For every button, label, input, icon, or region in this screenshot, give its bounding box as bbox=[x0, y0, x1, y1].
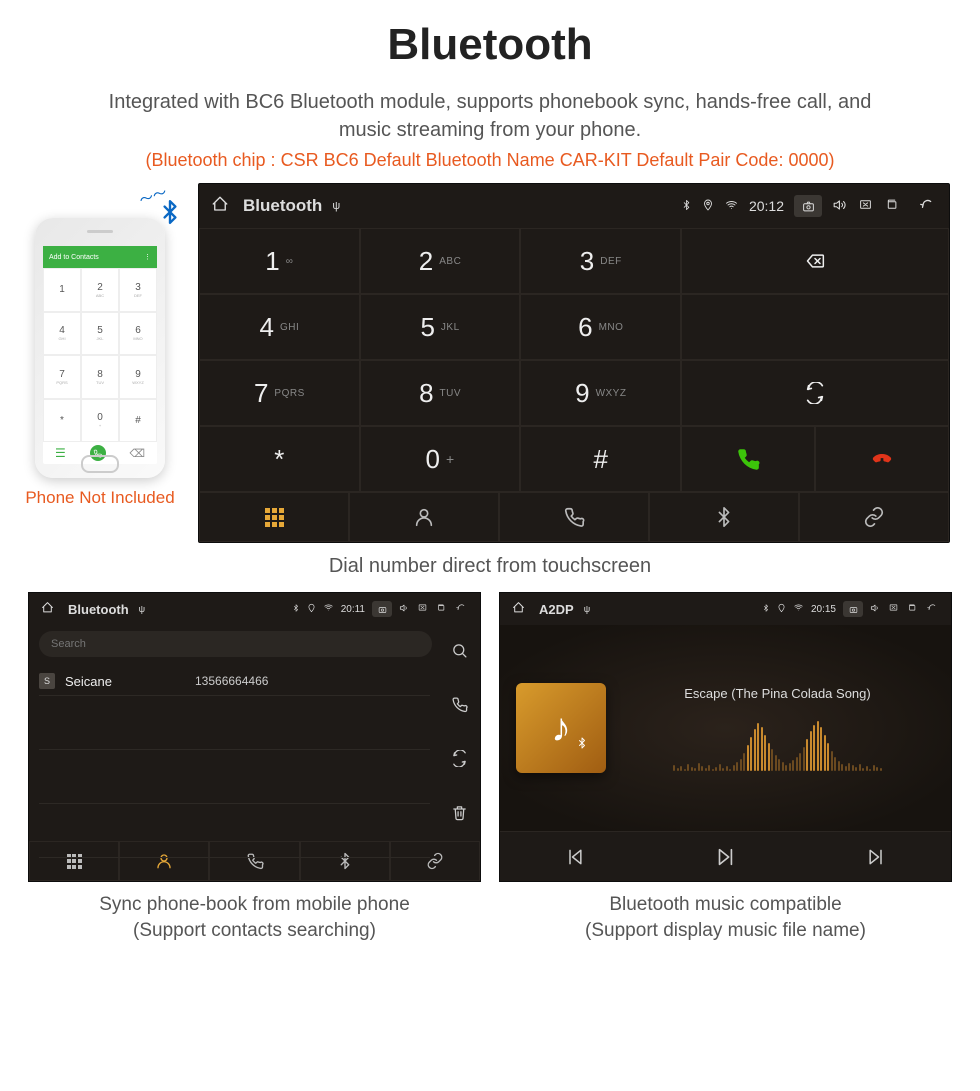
key-3[interactable]: 3DEF bbox=[520, 228, 681, 294]
screen-title: Bluetooth bbox=[243, 196, 322, 216]
equalizer-viz bbox=[620, 711, 935, 771]
recent-icon[interactable] bbox=[435, 603, 446, 615]
side-sync-icon[interactable] bbox=[446, 745, 472, 771]
nav-bluetooth[interactable] bbox=[649, 492, 799, 542]
back-icon[interactable] bbox=[915, 198, 937, 215]
key-6[interactable]: 6MNO bbox=[520, 294, 681, 360]
close-icon[interactable] bbox=[888, 603, 899, 615]
status-time: 20:15 bbox=[811, 604, 836, 615]
key-8[interactable]: 8TUV bbox=[360, 360, 521, 426]
volume-icon[interactable] bbox=[870, 603, 881, 616]
add-contacts-label: Add to Contacts bbox=[49, 254, 99, 261]
status-time: 20:12 bbox=[749, 198, 784, 214]
next-button[interactable] bbox=[801, 831, 951, 881]
key-7[interactable]: 7PQRS bbox=[199, 360, 360, 426]
gps-icon bbox=[307, 603, 316, 616]
recent-icon[interactable] bbox=[906, 603, 917, 615]
track-title: Escape (The Pina Colada Song) bbox=[620, 686, 935, 701]
side-search-icon[interactable] bbox=[446, 637, 472, 663]
status-time: 20:11 bbox=[341, 604, 365, 615]
wifi-icon bbox=[323, 603, 334, 615]
play-pause-button[interactable] bbox=[650, 831, 800, 881]
back-icon[interactable] bbox=[453, 603, 468, 616]
wifi-icon bbox=[793, 603, 804, 615]
home-icon[interactable] bbox=[512, 601, 525, 617]
key-2[interactable]: 2ABC bbox=[360, 228, 521, 294]
search-input[interactable] bbox=[39, 631, 432, 657]
phone-not-included-label: Phone Not Included bbox=[25, 488, 174, 508]
bt-status-icon bbox=[292, 603, 300, 616]
nav-keypad[interactable] bbox=[29, 841, 119, 881]
backspace-key[interactable] bbox=[681, 228, 949, 294]
key-9[interactable]: 9WXYZ bbox=[520, 360, 681, 426]
music-caption: Bluetooth music compatible(Support displ… bbox=[499, 892, 952, 943]
close-icon[interactable] bbox=[858, 198, 873, 214]
nav-contacts[interactable] bbox=[349, 492, 499, 542]
usb-icon: ψ bbox=[139, 604, 145, 614]
wifi-icon bbox=[724, 198, 739, 214]
nav-pair[interactable] bbox=[799, 492, 949, 542]
camera-icon[interactable] bbox=[794, 195, 822, 217]
music-note-icon: ♪ bbox=[551, 706, 571, 751]
phonebook-screen: Bluetooth ψ 20:11 bbox=[28, 592, 481, 882]
hangup-button[interactable] bbox=[815, 426, 949, 492]
key-0[interactable]: 0+ bbox=[360, 426, 521, 492]
volume-icon[interactable] bbox=[832, 198, 848, 215]
dialer-screen: Bluetooth ψ 20:12 1∞ 2ABC 3D bbox=[198, 183, 950, 543]
back-icon[interactable] bbox=[924, 603, 939, 616]
home-icon[interactable] bbox=[41, 601, 54, 617]
side-call-icon[interactable] bbox=[446, 691, 472, 717]
key-5[interactable]: 5JKL bbox=[360, 294, 521, 360]
key-1[interactable]: 1∞ bbox=[199, 228, 360, 294]
bt-specs: (Bluetooth chip : CSR BC6 Default Blueto… bbox=[0, 150, 980, 171]
screen-title: A2DP bbox=[539, 602, 574, 617]
nav-bluetooth[interactable] bbox=[300, 841, 390, 881]
usb-icon: ψ bbox=[584, 604, 590, 614]
nav-recent[interactable] bbox=[209, 841, 299, 881]
recent-icon[interactable] bbox=[883, 198, 899, 214]
contact-number: 13566664466 bbox=[195, 674, 268, 688]
side-delete-icon[interactable] bbox=[446, 799, 472, 825]
blank-key-1 bbox=[681, 294, 949, 360]
swap-key[interactable] bbox=[681, 360, 949, 426]
usb-icon: ψ bbox=[332, 200, 340, 212]
album-art: ♪ bbox=[516, 683, 606, 773]
phonebook-caption: Sync phone-book from mobile phone(Suppor… bbox=[28, 892, 481, 943]
key-hash[interactable]: # bbox=[520, 426, 681, 492]
page-subtitle: Integrated with BC6 Bluetooth module, su… bbox=[80, 88, 900, 144]
home-icon[interactable] bbox=[211, 195, 229, 217]
contact-row[interactable]: S Seicane 13566664466 bbox=[39, 669, 430, 693]
bt-status-icon bbox=[681, 198, 692, 215]
contact-badge: S bbox=[39, 673, 55, 689]
nav-pair[interactable] bbox=[390, 841, 480, 881]
camera-icon[interactable] bbox=[843, 601, 863, 617]
gps-icon bbox=[702, 198, 714, 215]
key-4[interactable]: 4GHI bbox=[199, 294, 360, 360]
phone-mockup: 〜〜 Add to Contacts⋮ 12ABC3DEF 4GHI5JKL6M… bbox=[20, 218, 180, 508]
prev-button[interactable] bbox=[500, 831, 650, 881]
music-screen: A2DP ψ 20:15 ♪ bbox=[499, 592, 952, 882]
call-button[interactable] bbox=[681, 426, 815, 492]
dialer-caption: Dial number direct from touchscreen bbox=[0, 555, 980, 578]
page-title: Bluetooth bbox=[0, 20, 980, 70]
volume-icon[interactable] bbox=[399, 603, 410, 616]
key-star[interactable]: * bbox=[199, 426, 360, 492]
bt-status-icon bbox=[762, 603, 770, 616]
screen-title: Bluetooth bbox=[68, 602, 129, 617]
nav-keypad[interactable] bbox=[199, 492, 349, 542]
bt-overlay-icon bbox=[576, 736, 588, 753]
contact-name: Seicane bbox=[65, 674, 185, 689]
nav-contacts[interactable] bbox=[119, 841, 209, 881]
nav-recent[interactable] bbox=[499, 492, 649, 542]
gps-icon bbox=[777, 603, 786, 616]
close-icon[interactable] bbox=[417, 603, 428, 615]
camera-icon[interactable] bbox=[372, 601, 392, 617]
